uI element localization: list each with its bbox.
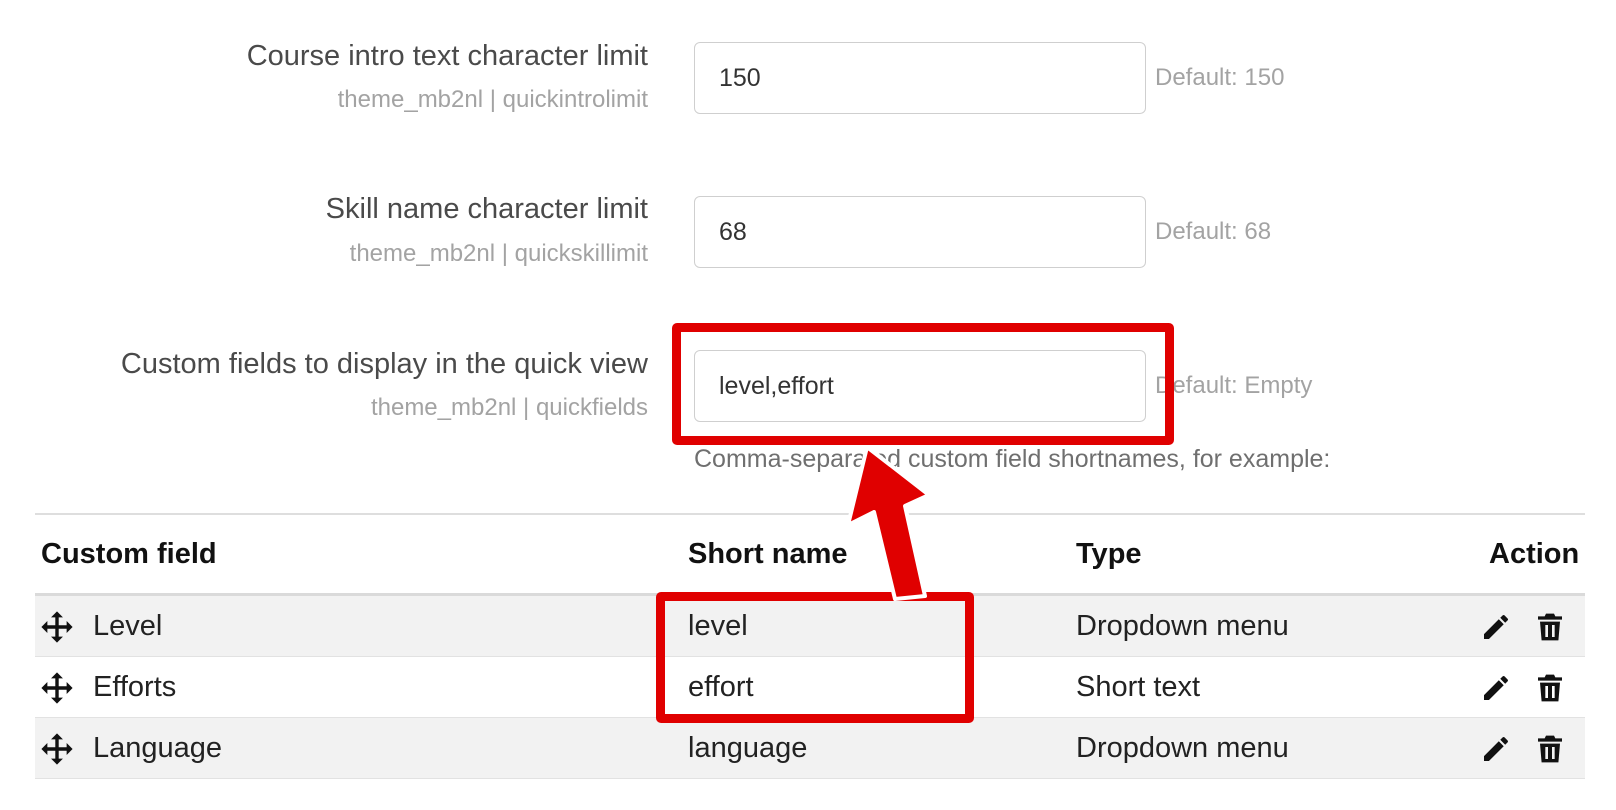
field-name: Language [93,732,223,764]
move-icon[interactable] [40,732,74,766]
pencil-icon[interactable] [1480,733,1512,765]
field-name: Level [93,610,163,642]
header-short-name: Short name [688,538,848,570]
header-type: Type [1076,538,1142,570]
quickintrolimit-input[interactable] [694,42,1146,114]
table-row: Level level Dropdown menu [35,596,1585,657]
setting-default: Default: Empty [1155,372,1313,399]
field-shortname: language [688,732,808,764]
field-name: Efforts [93,671,177,703]
table-row: Efforts effort Short text [35,657,1585,718]
move-icon[interactable] [40,671,74,705]
setting-key: theme_mb2nl | quickfields [370,394,648,421]
section-divider [35,513,1585,515]
pencil-icon[interactable] [1480,672,1512,704]
quickskillimit-input[interactable] [694,196,1146,268]
trash-icon[interactable] [1534,672,1566,704]
setting-default: Default: 150 [1155,64,1285,91]
custom-fields-table: Custom field Short name Type Action Leve… [35,526,1585,779]
field-type: Dropdown menu [1076,732,1289,764]
move-icon[interactable] [40,610,74,644]
trash-icon[interactable] [1534,611,1566,643]
field-type: Dropdown menu [1076,610,1289,642]
setting-description: Comma-separated custom field shortnames,… [694,445,1331,473]
setting-key: theme_mb2nl | quickskillimit [349,240,648,267]
header-custom-field: Custom field [41,538,217,570]
setting-label: Course intro text character limit [246,40,648,72]
table-row: Language language Dropdown menu [35,718,1585,779]
setting-default: Default: 68 [1155,218,1272,245]
setting-key: theme_mb2nl | quickintrolimit [337,86,648,113]
setting-label: Skill name character limit [325,193,648,225]
quickfields-input[interactable] [694,350,1146,422]
field-shortname: effort [688,671,754,703]
pencil-icon[interactable] [1480,611,1512,643]
field-type: Short text [1076,671,1201,703]
setting-label: Custom fields to display in the quick vi… [120,348,648,380]
trash-icon[interactable] [1534,733,1566,765]
field-shortname: level [688,610,748,642]
header-action: Action [1489,538,1580,570]
table-header: Custom field Short name Type Action [35,526,1585,596]
